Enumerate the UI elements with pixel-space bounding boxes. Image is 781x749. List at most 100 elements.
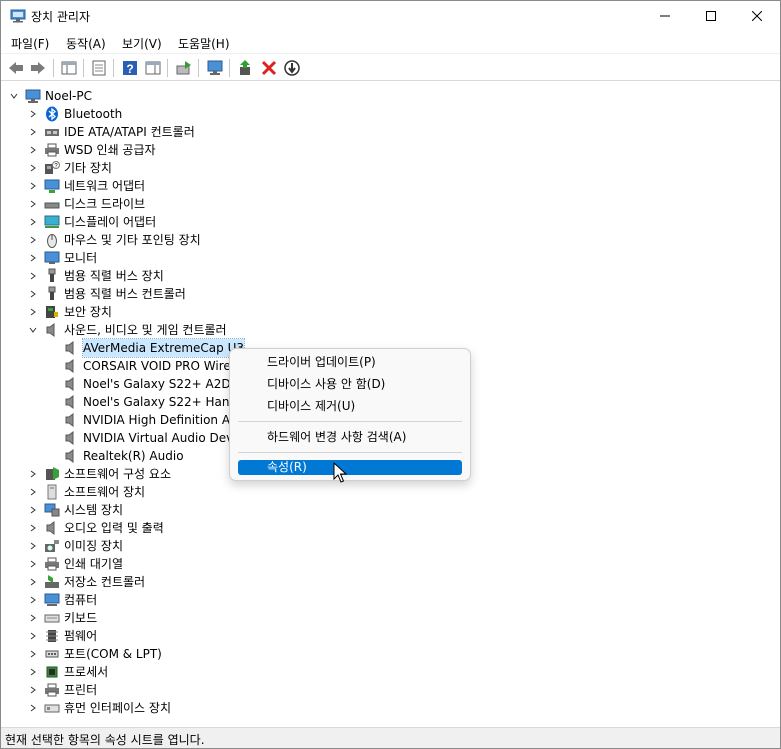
tree-category-item[interactable]: WSD 인쇄 공급자 bbox=[28, 141, 156, 159]
tree-category-item[interactable]: Bluetooth bbox=[28, 105, 122, 123]
tree-category-item[interactable]: 프로세서 bbox=[28, 663, 108, 681]
tree-item-label: 소프트웨어 구성 요소 bbox=[64, 467, 171, 481]
chevron-right-icon[interactable] bbox=[28, 555, 38, 573]
tree-category-item[interactable]: 키보드 bbox=[28, 609, 97, 627]
update-driver-icon[interactable] bbox=[175, 59, 193, 77]
context-menu-scan-hardware[interactable]: 하드웨어 변경 사항 검색(A) bbox=[238, 428, 462, 446]
chevron-right-icon[interactable] bbox=[28, 285, 38, 303]
context-menu-uninstall-device[interactable]: 디바이스 제거(U) bbox=[238, 397, 462, 415]
chevron-right-icon[interactable] bbox=[28, 159, 38, 177]
tree-category-item[interactable]: 모니터 bbox=[28, 249, 97, 267]
tree-device-item[interactable]: Noel's Galaxy S22+ A2DP bbox=[63, 375, 238, 393]
chevron-right-icon[interactable] bbox=[28, 663, 38, 681]
tree-category-item[interactable]: 디스플레이 어댑터 bbox=[28, 213, 156, 231]
minimize-button[interactable] bbox=[642, 1, 688, 31]
action-pane-icon[interactable] bbox=[144, 59, 162, 77]
tree-item-label: 펌웨어 bbox=[64, 629, 98, 643]
chevron-right-icon[interactable] bbox=[28, 501, 38, 519]
help-icon[interactable]: ? bbox=[121, 59, 139, 77]
tree-category-item[interactable]: 소프트웨어 장치 bbox=[28, 483, 145, 501]
tree-root-node[interactable]: Noel-PC bbox=[9, 87, 92, 105]
tree-item-label: 포트(COM & LPT) bbox=[64, 647, 162, 661]
software-component-icon bbox=[44, 466, 60, 482]
tree-device-item[interactable]: CORSAIR VOID PRO Wirele bbox=[63, 357, 241, 375]
chevron-down-icon[interactable] bbox=[9, 87, 19, 105]
menu-action[interactable]: 동작(A) bbox=[66, 35, 106, 52]
tree-item-label: 오디오 입력 및 출력 bbox=[64, 521, 164, 535]
security-device-icon bbox=[44, 304, 60, 320]
tree-category-item[interactable]: 저장소 컨트롤러 bbox=[28, 573, 145, 591]
chevron-right-icon[interactable] bbox=[28, 195, 38, 213]
chevron-right-icon[interactable] bbox=[28, 141, 38, 159]
chevron-right-icon[interactable] bbox=[28, 123, 38, 141]
tree-category-item[interactable]: 네트워크 어댑터 bbox=[28, 177, 145, 195]
tree-device-item[interactable]: AVerMedia ExtremeCap U3 bbox=[63, 338, 245, 358]
maximize-button[interactable] bbox=[688, 1, 734, 31]
tree-category-item[interactable]: 범용 직렬 버스 컨트롤러 bbox=[28, 285, 186, 303]
menu-file[interactable]: 파일(F) bbox=[11, 35, 49, 52]
tree-category-item[interactable]: 포트(COM & LPT) bbox=[28, 645, 162, 663]
tree-category-item[interactable]: 이미징 장치 bbox=[28, 537, 123, 555]
chevron-down-icon[interactable] bbox=[28, 321, 38, 339]
chevron-right-icon[interactable] bbox=[28, 267, 38, 285]
tree-device-item[interactable]: NVIDIA Virtual Audio Devi bbox=[63, 429, 237, 447]
title-bar[interactable]: 장치 관리자 bbox=[1, 1, 780, 31]
disable-device-icon[interactable] bbox=[283, 59, 301, 77]
context-menu-update-driver[interactable]: 드라이버 업데이트(P) bbox=[238, 353, 462, 371]
chevron-right-icon[interactable] bbox=[28, 519, 38, 537]
chevron-right-icon[interactable] bbox=[28, 483, 38, 501]
tree-device-item[interactable]: Noel's Galaxy S22+ Hands bbox=[63, 393, 243, 411]
tree-category-item[interactable]: 컴퓨터 bbox=[28, 591, 97, 609]
enable-device-icon[interactable] bbox=[237, 59, 255, 77]
tree-category-item[interactable]: 디스크 드라이브 bbox=[28, 195, 145, 213]
tree-category-item[interactable]: 오디오 입력 및 출력 bbox=[28, 519, 164, 537]
tree-category-item[interactable]: 인쇄 대기열 bbox=[28, 555, 123, 573]
chevron-right-icon[interactable] bbox=[28, 249, 38, 267]
tree-item-label: Bluetooth bbox=[64, 107, 123, 121]
chevron-right-icon[interactable] bbox=[28, 303, 38, 321]
chevron-right-icon[interactable] bbox=[28, 609, 38, 627]
chevron-right-icon[interactable] bbox=[28, 681, 38, 699]
tree-item-label: 범용 직렬 버스 장치 bbox=[64, 269, 164, 283]
chevron-right-icon[interactable] bbox=[28, 231, 38, 249]
other-device-icon: ? bbox=[44, 160, 60, 176]
tree-item-label: 프로세서 bbox=[64, 665, 109, 679]
tree-category-item[interactable]: 사운드, 비디오 및 게임 컨트롤러 bbox=[28, 321, 227, 339]
tree-category-item[interactable]: 범용 직렬 버스 장치 bbox=[28, 267, 164, 285]
context-menu-disable-device[interactable]: 디바이스 사용 안 함(D) bbox=[238, 375, 462, 393]
tree-category-item[interactable]: 펌웨어 bbox=[28, 627, 97, 645]
system-device-icon bbox=[44, 502, 60, 518]
tree-category-item[interactable]: IDE ATA/ATAPI 컨트롤러 bbox=[28, 123, 195, 141]
properties-sheet-icon[interactable] bbox=[90, 59, 108, 77]
close-button[interactable] bbox=[734, 1, 780, 31]
chevron-right-icon[interactable] bbox=[28, 537, 38, 555]
forward-icon[interactable] bbox=[29, 59, 47, 77]
chevron-right-icon[interactable] bbox=[28, 645, 38, 663]
tree-category-item[interactable]: 보안 장치 bbox=[28, 303, 112, 321]
tree-device-item[interactable]: NVIDIA High Definition Au bbox=[63, 411, 238, 429]
context-menu-properties[interactable]: 속성(R) bbox=[238, 460, 462, 475]
chevron-right-icon[interactable] bbox=[28, 213, 38, 231]
tree-category-item[interactable]: ? 기타 장치 bbox=[28, 159, 112, 177]
show-hide-console-tree-icon[interactable] bbox=[60, 59, 78, 77]
tree-category-item[interactable]: 시스템 장치 bbox=[28, 501, 123, 519]
tree-category-item[interactable]: 소프트웨어 구성 요소 bbox=[28, 465, 171, 483]
scan-hardware-icon[interactable] bbox=[206, 59, 224, 77]
chevron-right-icon[interactable] bbox=[28, 105, 38, 123]
menu-view[interactable]: 보기(V) bbox=[122, 35, 162, 52]
chevron-right-icon[interactable] bbox=[28, 699, 38, 717]
chevron-right-icon[interactable] bbox=[28, 177, 38, 195]
chevron-right-icon[interactable] bbox=[28, 591, 38, 609]
back-icon[interactable] bbox=[7, 59, 25, 77]
uninstall-device-icon[interactable] bbox=[260, 59, 278, 77]
chevron-right-icon[interactable] bbox=[28, 465, 38, 483]
chip-icon bbox=[44, 628, 60, 644]
tree-category-item[interactable]: 프린터 bbox=[28, 681, 97, 699]
chevron-right-icon[interactable] bbox=[28, 573, 38, 591]
menu-help[interactable]: 도움말(H) bbox=[178, 35, 230, 52]
tree-category-item[interactable]: 휴먼 인터페이스 장치 bbox=[28, 699, 171, 717]
chevron-right-icon[interactable] bbox=[28, 627, 38, 645]
tree-category-item[interactable]: 마우스 및 기타 포인팅 장치 bbox=[28, 231, 201, 249]
tree-device-item[interactable]: Realtek(R) Audio bbox=[63, 447, 184, 465]
toolbar-separator bbox=[167, 59, 168, 77]
